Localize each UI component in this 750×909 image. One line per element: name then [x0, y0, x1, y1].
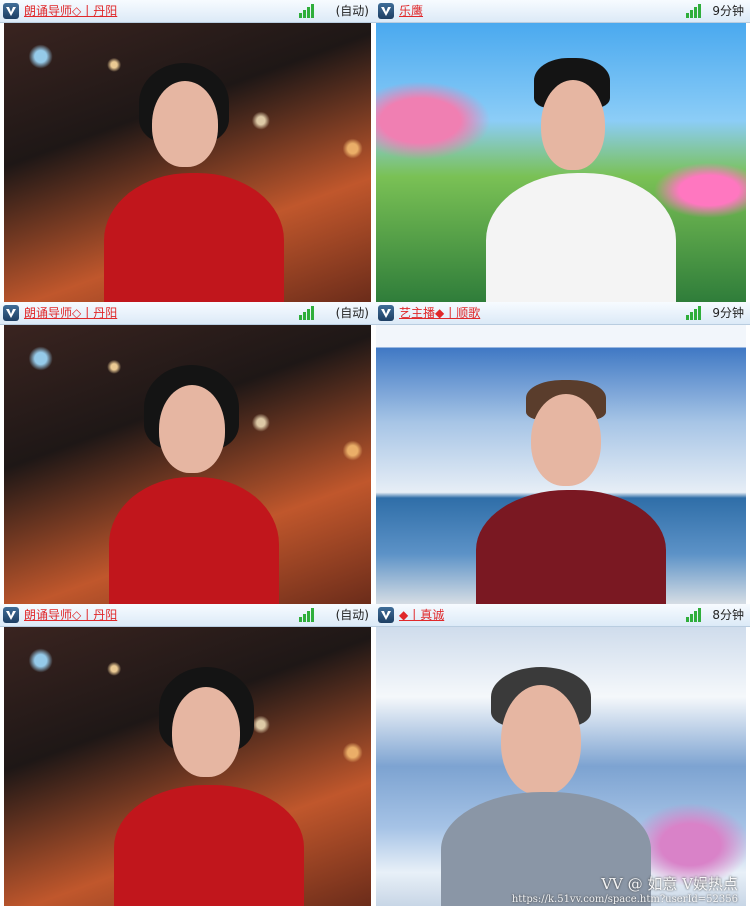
signal-bars-icon	[686, 306, 702, 320]
user-name[interactable]: 朗诵导师◇丨丹阳	[24, 607, 117, 623]
tile-header: 艺主播◆丨顺歌 9分钟	[375, 302, 750, 325]
video-tile-2[interactable]: 乐鹰 9分钟	[375, 0, 750, 302]
signal-bars-icon	[299, 306, 315, 320]
vv-logo-icon	[3, 3, 19, 19]
person	[486, 58, 686, 302]
status-text: (自动)	[335, 306, 369, 320]
vv-logo-icon	[378, 305, 394, 321]
signal-bars-icon	[686, 4, 702, 18]
watermark-text: VV @ 如意 V娱热点	[601, 875, 738, 893]
person	[99, 365, 299, 604]
video-feed[interactable]	[4, 627, 371, 906]
status-text: 8分钟	[712, 608, 744, 622]
person	[431, 667, 661, 906]
status-text: (自动)	[335, 608, 369, 622]
person	[109, 667, 319, 906]
user-name[interactable]: 乐鹰	[399, 3, 423, 19]
status-text: (自动)	[335, 4, 369, 18]
vv-logo-icon	[378, 607, 394, 623]
person	[94, 63, 294, 302]
signal-bars-icon	[299, 4, 315, 18]
tile-header: ◆丨真诚 8分钟	[375, 604, 750, 627]
tile-header: 乐鹰 9分钟	[375, 0, 750, 23]
video-tile-3[interactable]: 朗诵导师◇丨丹阳 (自动)	[0, 302, 375, 604]
video-tile-6[interactable]: ◆丨真诚 8分钟 VV @ 如意 V娱热点 https://k.51vv.com…	[375, 604, 750, 909]
signal-bars-icon	[686, 608, 702, 622]
signal-bars-icon	[299, 608, 315, 622]
user-name[interactable]: 艺主播◆丨顺歌	[399, 305, 480, 321]
video-feed[interactable]	[376, 325, 746, 604]
user-name[interactable]: 朗诵导师◇丨丹阳	[24, 3, 117, 19]
video-feed[interactable]	[4, 325, 371, 604]
tile-header: 朗诵导师◇丨丹阳 (自动)	[0, 302, 375, 325]
tile-header: 朗诵导师◇丨丹阳 (自动)	[0, 0, 375, 23]
user-name[interactable]: 朗诵导师◇丨丹阳	[24, 305, 117, 321]
tile-header: 朗诵导师◇丨丹阳 (自动)	[0, 604, 375, 627]
video-feed[interactable]	[376, 23, 746, 302]
video-feed[interactable]: VV @ 如意 V娱热点 https://k.51vv.com/space.ht…	[376, 627, 746, 906]
vv-logo-icon	[3, 305, 19, 321]
video-tile-5[interactable]: 朗诵导师◇丨丹阳 (自动)	[0, 604, 375, 909]
watermark-url: https://k.51vv.com/space.htm?userId=5235…	[511, 894, 738, 905]
video-tile-4[interactable]: 艺主播◆丨顺歌 9分钟	[375, 302, 750, 604]
status-text: 9分钟	[712, 4, 744, 18]
video-feed[interactable]	[4, 23, 371, 302]
user-name[interactable]: ◆丨真诚	[399, 607, 444, 623]
video-tile-1[interactable]: 朗诵导师◇丨丹阳 (自动)	[0, 0, 375, 302]
person	[476, 380, 676, 604]
vv-logo-icon	[378, 3, 394, 19]
status-text: 9分钟	[712, 306, 744, 320]
vv-logo-icon	[3, 607, 19, 623]
